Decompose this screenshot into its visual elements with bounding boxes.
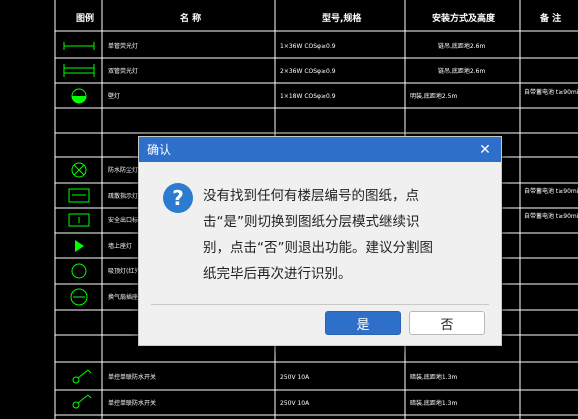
exit-sign-icon	[68, 213, 90, 227]
header-mount: 安装方式及高度	[432, 12, 496, 24]
dialog-separator	[151, 304, 489, 305]
close-icon[interactable]: ✕	[477, 142, 493, 158]
ceiling-lamp-icon	[71, 263, 87, 279]
row-3-note: 自带蓄电池 t≥90min	[524, 88, 578, 96]
message-line: 别，点击“否”则退出功能。建议分割图	[203, 240, 433, 256]
no-button[interactable]: 否	[409, 311, 485, 335]
row-3-mount: 明装,底距地2.5m	[410, 92, 457, 100]
row-8-note: 自带蓄电池 t≥90min	[524, 212, 578, 220]
header-legend: 图例	[76, 12, 94, 24]
message-line: 没有找到任何有楼层编号的图纸，点	[203, 188, 419, 204]
row-9-name: 墙上座灯	[108, 242, 132, 250]
row-14-name: 单控单联防水开关	[108, 373, 156, 381]
row-3-name: 壁灯	[108, 92, 120, 100]
row-15-spec: 250V 10A	[280, 400, 310, 407]
row-15-mount: 暗装,底距地1.3m	[410, 399, 457, 407]
waterproof-switch-icon	[72, 369, 92, 384]
row-7-note: 自带蓄电池 t≥90min	[524, 187, 578, 195]
wall-socket-lamp-icon	[75, 240, 84, 252]
dialog-titlebar[interactable]: 确认 ✕	[139, 137, 501, 162]
header-note: 备 注	[539, 12, 561, 24]
message-line: 击“是”则切换到图纸分层模式继续识	[203, 214, 420, 230]
question-icon: ?	[163, 183, 193, 213]
double-fluorescent-lamp-icon	[63, 64, 95, 77]
header-spec: 型号,规格	[322, 12, 362, 24]
exhaust-fan-icon	[70, 288, 88, 306]
row-3-spec: 1×18W COSφ≥0.9	[280, 93, 336, 100]
row-1-spec: 1×36W COSφ≥0.9	[280, 43, 336, 50]
header-name: 名 称	[180, 12, 201, 24]
row-2-spec: 2×36W COSφ≥0.9	[280, 68, 336, 75]
row-1-mount: 链吊,底距地2.6m	[438, 42, 485, 50]
row-11-name: 换气扇插座	[108, 293, 138, 301]
confirm-dialog: 确认 ✕ ? 没有找到任何有楼层编号的图纸，点 击“是”则切换到图纸分层模式继续…	[138, 136, 502, 346]
evacuation-sign-icon	[68, 188, 90, 203]
dialog-body: ? 没有找到任何有楼层编号的图纸，点 击“是”则切换到图纸分层模式继续识 别，点…	[139, 163, 501, 303]
dialog-title: 确认	[147, 143, 172, 157]
row-2-mount: 链吊,底距地2.6m	[438, 67, 485, 75]
dialog-message: 没有找到任何有楼层编号的图纸，点 击“是”则切换到图纸分层模式继续识 别，点击“…	[203, 183, 473, 287]
single-fluorescent-lamp-icon	[63, 42, 95, 50]
row-14-spec: 250V 10A	[280, 374, 310, 381]
yes-button[interactable]: 是	[325, 311, 401, 335]
row-1-name: 单管荧光灯	[108, 42, 138, 50]
row-2-name: 双管荧光灯	[108, 67, 138, 75]
row-7-name: 疏散指示灯	[108, 192, 138, 200]
message-line: 纸完毕后再次进行识别。	[203, 266, 352, 282]
row-6-name: 防水防尘灯	[108, 166, 138, 174]
waterproof-lamp-icon	[71, 162, 87, 178]
row-14-mount: 暗装,底距地1.3m	[410, 373, 457, 381]
row-15-name: 单控单联防水开关	[108, 399, 156, 407]
waterproof-switch-icon	[72, 394, 92, 409]
wall-lamp-icon	[71, 88, 87, 104]
